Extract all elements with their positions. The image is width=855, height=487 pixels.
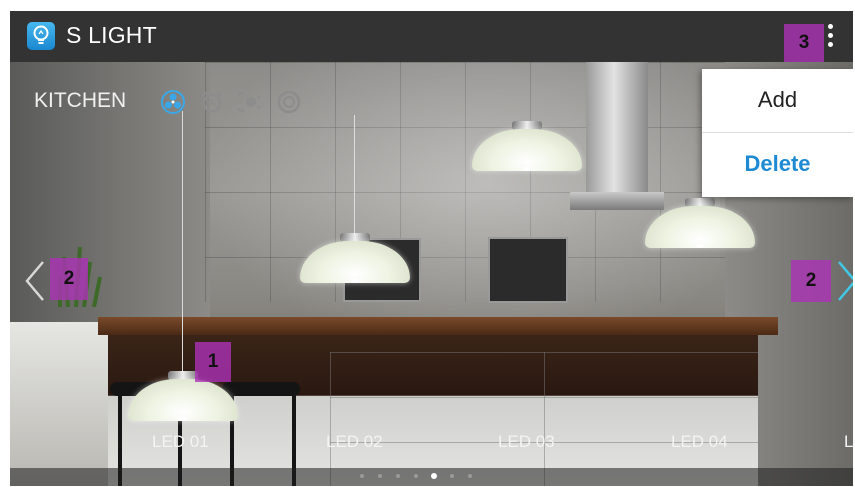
power-icon[interactable] <box>277 90 301 114</box>
page-dot <box>467 474 472 478</box>
dimmer-icon[interactable] <box>233 90 262 114</box>
chevron-left-icon[interactable] <box>24 260 46 302</box>
page-dot <box>449 474 454 478</box>
action-bar: S LIGHT <box>10 11 853 62</box>
page-dot <box>413 474 418 478</box>
page-dot <box>359 474 364 478</box>
callout-2-right: 2 <box>791 260 831 302</box>
led-04-lamp[interactable] <box>645 192 755 250</box>
page-indicator <box>10 468 853 486</box>
fan-icon[interactable] <box>161 90 185 114</box>
led-03-label: LED 03 <box>498 432 555 451</box>
menu-delete[interactable]: Delete <box>702 133 853 195</box>
app-title: S LIGHT <box>66 22 157 48</box>
led-02-lamp[interactable] <box>300 115 410 285</box>
page-dot <box>430 473 437 479</box>
led-05-label: L <box>844 432 853 451</box>
led-02-label: LED 02 <box>326 432 383 451</box>
page-dot <box>377 474 382 478</box>
led-03-lamp[interactable] <box>472 115 582 173</box>
chevron-right-icon[interactable] <box>836 260 853 302</box>
callout-1: 1 <box>195 342 231 382</box>
callout-2-left: 2 <box>50 258 88 300</box>
callout-3: 3 <box>784 24 824 62</box>
alarm-clock-icon[interactable] <box>200 90 224 114</box>
room-name: KITCHEN <box>34 89 127 112</box>
page-dot <box>395 474 400 478</box>
lightbulb-icon <box>27 22 55 50</box>
overflow-menu: Add Delete <box>702 69 853 197</box>
app-screen: S LIGHT KITCHEN Add Delete 1 2 2 3 LED 0… <box>10 11 853 486</box>
menu-add[interactable]: Add <box>702 69 853 131</box>
led-04-label: LED 04 <box>671 432 728 451</box>
led-01-label: LED 01 <box>152 432 209 451</box>
